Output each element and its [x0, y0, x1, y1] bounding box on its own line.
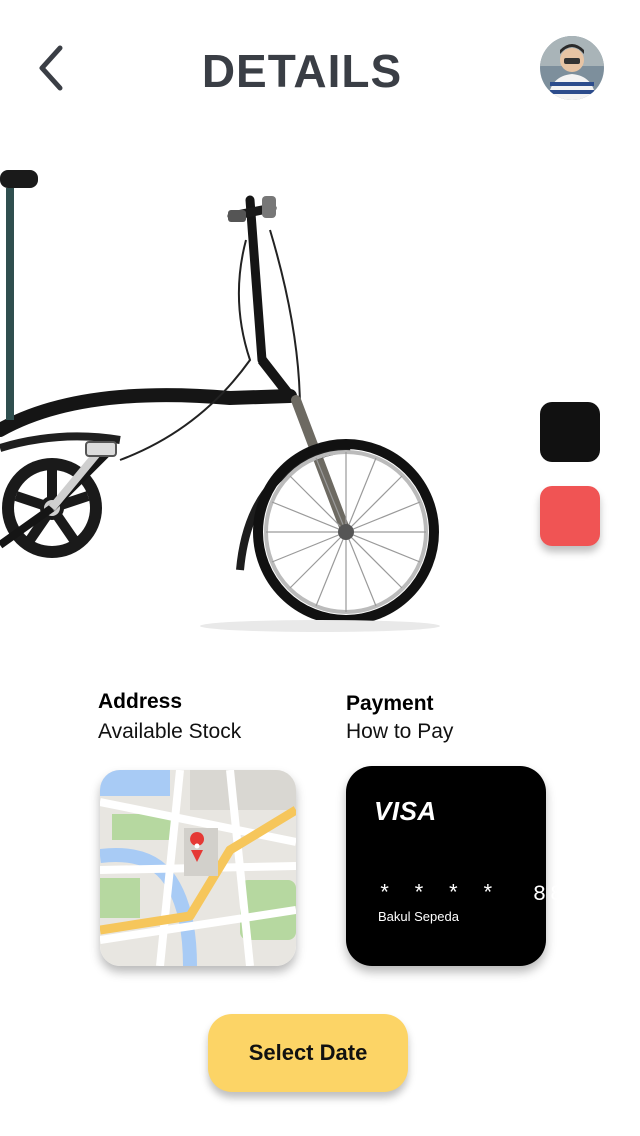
bike-image [0, 170, 440, 632]
address-title: Address [98, 690, 183, 713]
user-avatar-icon [540, 36, 604, 100]
card-number: * * * * 8878 [378, 882, 602, 907]
avatar[interactable] [540, 36, 604, 100]
visa-logo: VISA [374, 796, 437, 826]
page-title: DETAILS [201, 45, 403, 97]
select-date-button[interactable]: Select Date [208, 1014, 408, 1092]
payment-title: Payment [346, 692, 434, 715]
map-card[interactable] [100, 770, 296, 966]
map-icon [100, 770, 296, 966]
payment-subtitle: How to Pay [346, 720, 454, 743]
card-holder-name: Bakul Sepeda [378, 909, 459, 924]
color-swatch-red[interactable] [540, 486, 600, 546]
address-subtitle: Available Stock [98, 720, 242, 743]
front-wheel [253, 439, 439, 625]
payment-card[interactable]: VISA * * * * 8878 Bakul Sepeda [346, 766, 598, 966]
color-swatch-black[interactable] [540, 402, 600, 462]
